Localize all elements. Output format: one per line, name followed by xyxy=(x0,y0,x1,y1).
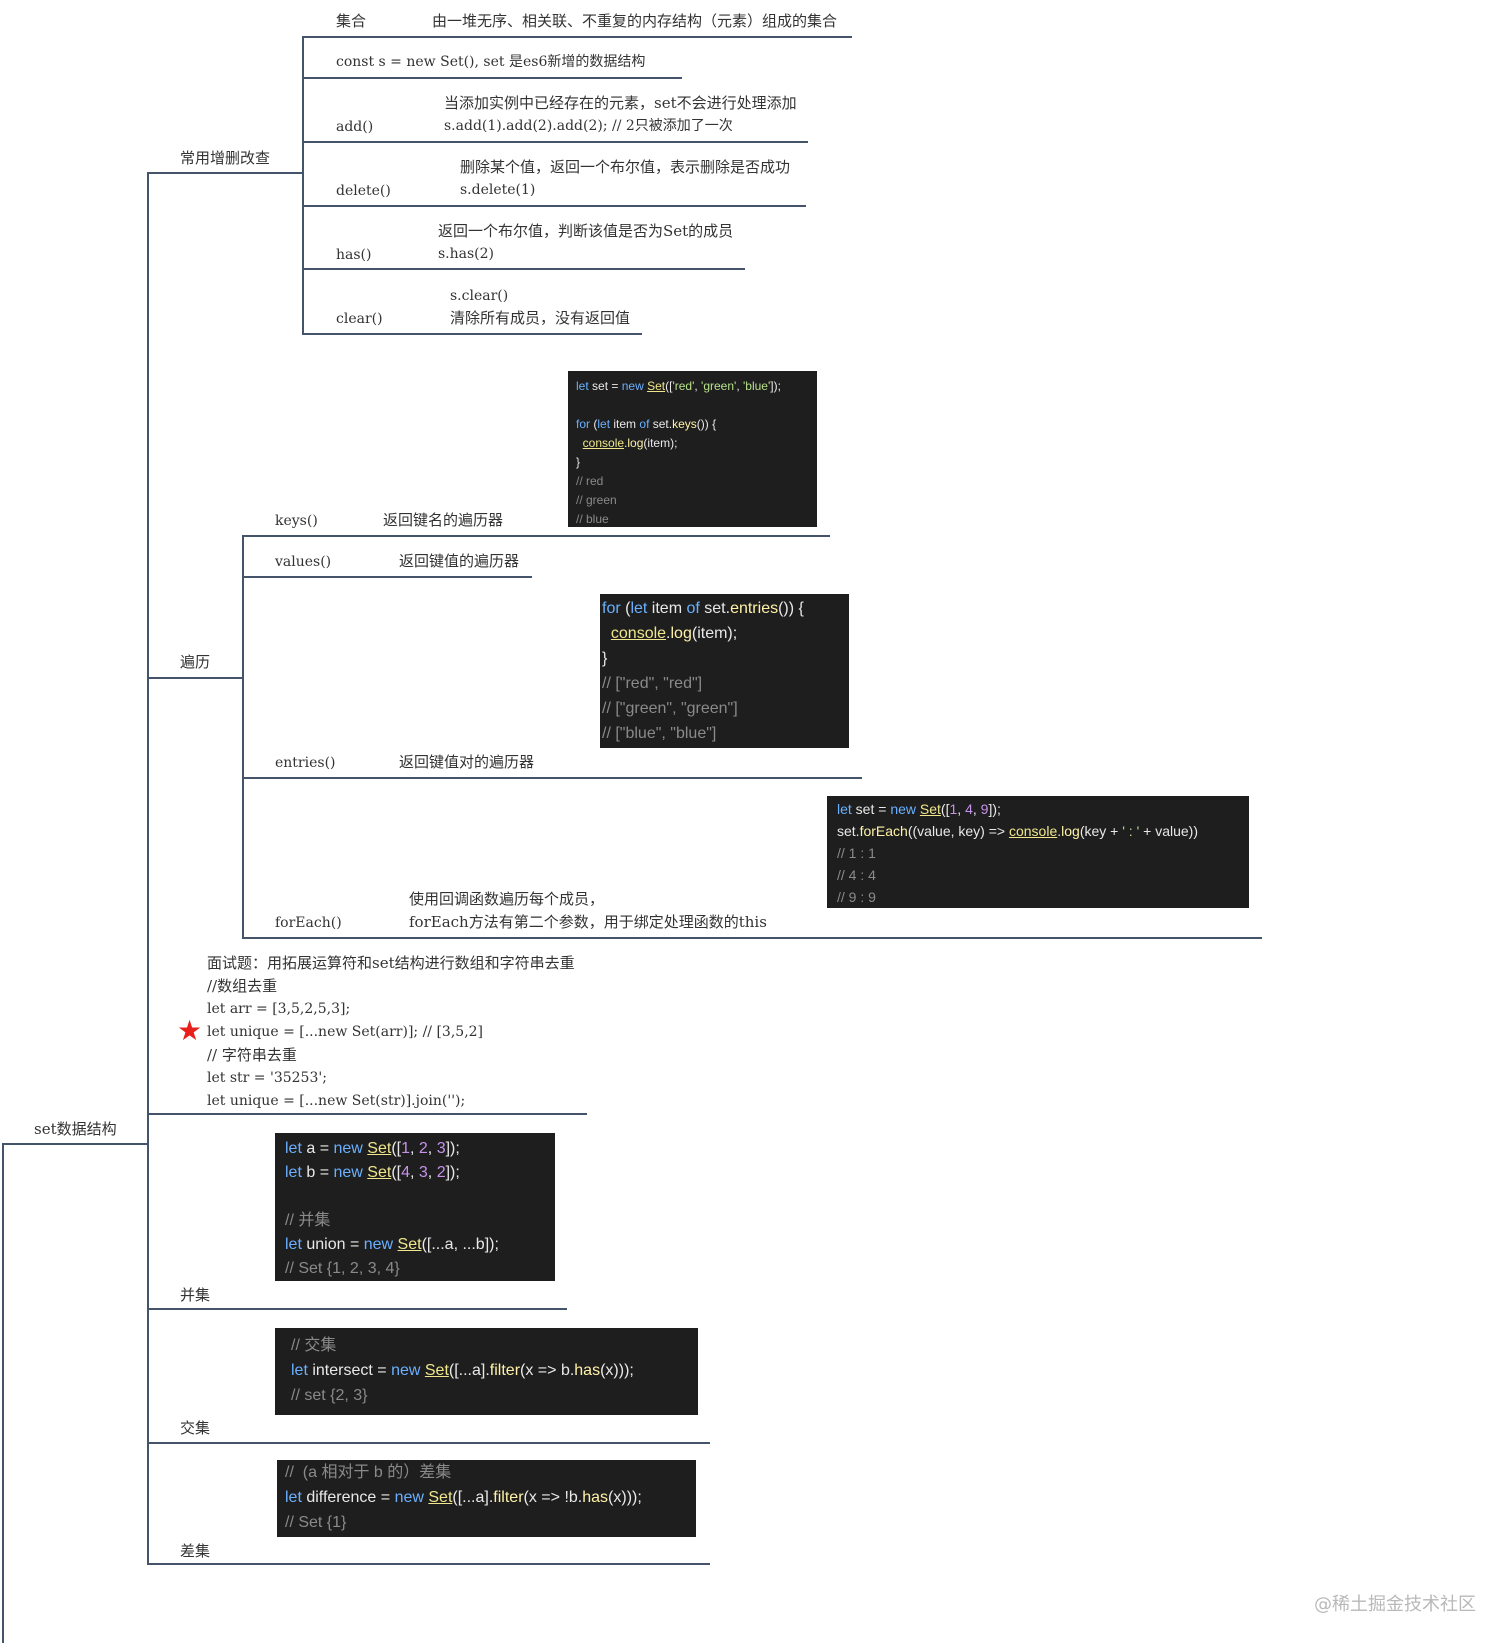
interview-line: let unique = [...new Set(arr)]; // [3,5,… xyxy=(207,1024,484,1040)
has-desc2: s.has(2) xyxy=(438,246,495,262)
values-desc: 返回键值的遍历器 xyxy=(399,552,520,570)
clear-label: clear() xyxy=(336,311,383,327)
code-intersect-snippet: // 交集 let intersect = new Set([...a].fil… xyxy=(275,1328,698,1415)
set-term-underline xyxy=(302,36,852,38)
delete-underline xyxy=(302,205,806,207)
keys-desc: 返回键名的遍历器 xyxy=(383,511,504,529)
code-keys-snippet: let set = new Set(['red', 'green', 'blue… xyxy=(568,371,817,527)
set-desc: 由一堆无序、相关联、不重复的内存结构（元素）组成的集合 xyxy=(432,12,838,30)
difference-label: 差集 xyxy=(180,1542,211,1560)
interview-line: let arr = [3,5,2,5,3]; xyxy=(207,1001,351,1017)
entries-label: entries() xyxy=(275,755,336,771)
difference-underline xyxy=(147,1563,710,1565)
traverse-label: 遍历 xyxy=(180,653,211,671)
interview-underline xyxy=(147,1113,587,1115)
traverse-spine xyxy=(242,535,244,938)
foreach-underline xyxy=(242,937,1262,939)
code-entries-snippet: for (let item of set.entries()) { consol… xyxy=(600,594,849,748)
union-label: 并集 xyxy=(180,1286,211,1304)
interview-line: 面试题：用拓展运算符和set结构进行数组和字符串去重 xyxy=(207,954,575,972)
crud-spine xyxy=(302,36,304,334)
star-icon: ★ xyxy=(177,1014,203,1047)
has-label: has() xyxy=(336,247,372,263)
values-underline xyxy=(242,576,532,578)
interview-line: // 字符串去重 xyxy=(207,1046,297,1064)
const-line: const s = new Set(), set 是es6新增的数据结构 xyxy=(336,54,646,70)
interview-block: 面试题：用拓展运算符和set结构进行数组和字符串去重 //数组去重 let ar… xyxy=(207,952,575,1112)
delete-desc2: s.delete(1) xyxy=(460,182,536,198)
interview-line: let unique = [...new Set(str)].join(''); xyxy=(207,1093,466,1109)
watermark-text: @稀土掘金技术社区 xyxy=(1314,1594,1476,1615)
foreach-desc1: 使用回调函数遍历每个成员， xyxy=(409,890,605,908)
add-underline xyxy=(302,141,808,143)
foreach-label: forEach() xyxy=(275,915,342,931)
interview-line: //数组去重 xyxy=(207,977,278,995)
clear-desc1: s.clear() xyxy=(450,288,509,304)
code-foreach-snippet: let set = new Set([1, 4, 9]); set.forEac… xyxy=(827,796,1249,908)
clear-underline xyxy=(302,333,642,335)
has-desc1: 返回一个布尔值，判断该值是否为Set的成员 xyxy=(438,222,734,240)
crud-label: 常用增删改查 xyxy=(180,149,271,167)
root-label: set数据结构 xyxy=(34,1120,117,1138)
level1-spine xyxy=(147,172,149,1565)
add-desc1: 当添加实例中已经存在的元素，set不会进行处理添加 xyxy=(444,94,797,112)
root-spine xyxy=(2,1143,4,1643)
set-term: 集合 xyxy=(336,12,367,30)
intersect-label: 交集 xyxy=(180,1419,211,1437)
intersect-underline xyxy=(147,1442,710,1444)
crud-underline xyxy=(147,172,303,174)
code-union-snippet: let a = new Set([1, 2, 3]); let b = new … xyxy=(275,1133,555,1281)
keys-label: keys() xyxy=(275,513,318,529)
has-underline xyxy=(302,268,745,270)
add-desc2: s.add(1).add(2).add(2); // 2只被添加了一次 xyxy=(444,118,733,134)
add-label: add() xyxy=(336,119,374,135)
entries-underline xyxy=(242,777,862,779)
foreach-desc2: forEach方法有第二个参数，用于绑定处理函数的this xyxy=(409,913,767,931)
entries-desc: 返回键值对的遍历器 xyxy=(399,753,535,771)
root-underline xyxy=(2,1143,148,1145)
const-underline xyxy=(302,77,682,79)
traverse-underline xyxy=(147,677,242,679)
clear-desc2: 清除所有成员，没有返回值 xyxy=(450,309,631,327)
interview-line: let str = '35253'; xyxy=(207,1070,327,1086)
keys-underline xyxy=(242,535,830,537)
union-underline xyxy=(147,1308,567,1310)
values-label: values() xyxy=(275,554,332,570)
delete-desc1: 删除某个值，返回一个布尔值，表示删除是否成功 xyxy=(460,158,791,176)
delete-label: delete() xyxy=(336,183,391,199)
code-difference-snippet: // (a 相对于 b 的）差集 let difference = new Se… xyxy=(277,1460,696,1537)
